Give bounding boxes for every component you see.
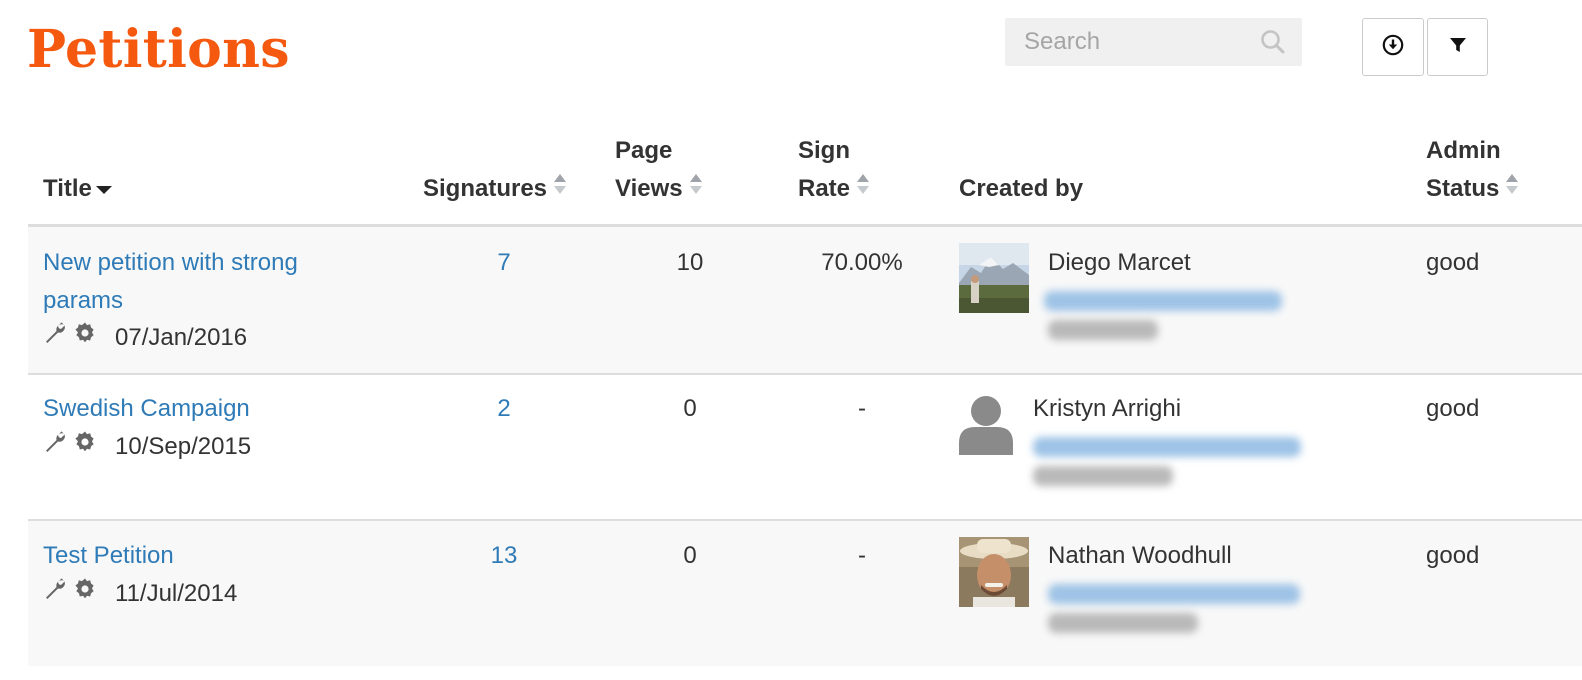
creator-phone-redacted (1033, 466, 1173, 486)
petition-date: 10/Sep/2015 (115, 433, 252, 460)
creator-name: Diego Marcet (1048, 249, 1191, 276)
creator-name: Nathan Woodhull (1048, 542, 1232, 569)
default-avatar-icon (957, 393, 1017, 457)
creator-phone-redacted (1048, 320, 1158, 340)
creator-info: Diego Marcet (1044, 244, 1308, 349)
creator-email-redacted (1033, 437, 1301, 457)
petition-title-link[interactable]: Swedish Campaign (43, 390, 373, 428)
signatures-link[interactable]: 13 (464, 537, 544, 575)
petition-date: 11/Jul/2014 (115, 580, 238, 607)
sign-rate: - (858, 542, 866, 569)
petition-title-link[interactable]: Test Petition (43, 537, 373, 575)
petition-meta: 10/Sep/2015 (43, 428, 251, 466)
search-icon[interactable] (1260, 29, 1286, 55)
signatures-link[interactable]: 2 (464, 390, 544, 428)
gear-icon[interactable] (73, 575, 97, 613)
creator-info: Kristyn Arrighi (1033, 390, 1313, 495)
petition-date: 07/Jan/2016 (115, 324, 248, 351)
filter-icon (1448, 35, 1468, 60)
filter-button[interactable] (1427, 18, 1488, 76)
sort-icon (1505, 169, 1519, 207)
header-sign-rate[interactable]: Sign Rate (798, 132, 870, 208)
creator-email-redacted (1048, 584, 1300, 604)
search-input[interactable] (1024, 28, 1260, 56)
sort-icon (689, 169, 703, 207)
download-circle-icon (1382, 34, 1404, 61)
header-title[interactable]: Title (43, 170, 112, 208)
creator-email-redacted (1044, 291, 1282, 311)
search-box[interactable] (1005, 18, 1302, 66)
petition-meta: 07/Jan/2016 (43, 319, 247, 357)
header-admin-status[interactable]: Admin Status (1426, 132, 1519, 208)
page-views: 0 (683, 395, 697, 422)
wrench-icon[interactable] (43, 428, 67, 466)
admin-status: good (1426, 395, 1480, 422)
petition-title-link[interactable]: New petition with strong params (43, 244, 373, 320)
avatar (959, 537, 1029, 607)
signatures-link[interactable]: 7 (464, 244, 544, 282)
header-created-by: Created by (959, 175, 1084, 202)
sort-desc-icon (95, 169, 112, 207)
admin-status: good (1426, 542, 1480, 569)
page-title: Petitions (27, 19, 290, 80)
sort-icon (553, 169, 567, 207)
admin-status: good (1426, 249, 1480, 276)
page-views: 10 (676, 249, 704, 276)
petition-meta: 11/Jul/2014 (43, 575, 237, 613)
wrench-icon[interactable] (43, 319, 67, 357)
sort-icon (856, 169, 870, 207)
gear-icon[interactable] (73, 319, 97, 357)
header-signatures[interactable]: Signatures (423, 170, 567, 208)
header-page-views[interactable]: Page Views (615, 132, 703, 208)
wrench-icon[interactable] (43, 575, 67, 613)
sign-rate: - (858, 395, 866, 422)
creator-phone-redacted (1048, 613, 1198, 633)
download-button[interactable] (1362, 18, 1424, 76)
gear-icon[interactable] (73, 428, 97, 466)
page-views: 0 (683, 542, 697, 569)
sign-rate: 70.00% (821, 249, 903, 276)
creator-info: Nathan Woodhull (1048, 537, 1308, 642)
avatar (959, 243, 1029, 313)
creator-name: Kristyn Arrighi (1033, 395, 1182, 422)
